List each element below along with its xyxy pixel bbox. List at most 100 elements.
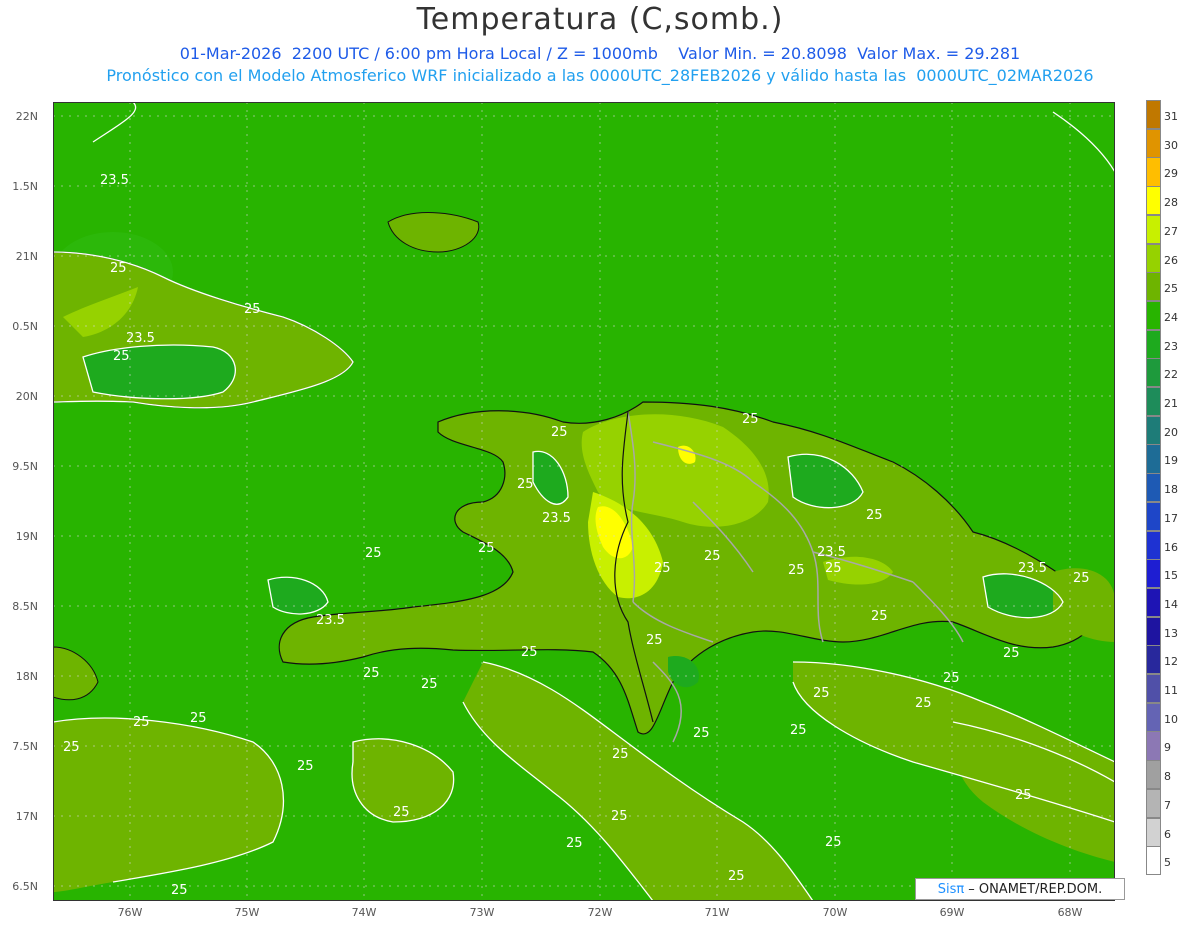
- contour-label: 25: [63, 740, 80, 755]
- contour-label: 25: [551, 425, 568, 440]
- colorbar-label: 22: [1164, 368, 1178, 382]
- lon-label: 68W: [1057, 906, 1083, 919]
- valid-time-line: 01-Mar-2026 2200 UTC / 6:00 pm Hora Loca…: [179, 44, 1021, 63]
- colorbar-label: 5: [1164, 856, 1171, 870]
- colorbar-swatch: [1146, 473, 1161, 503]
- contour-label: 25: [190, 711, 207, 726]
- colorbar-label: 30: [1164, 138, 1178, 152]
- colorbar-swatch: [1146, 157, 1161, 187]
- colorbar-label: 17: [1164, 511, 1178, 525]
- contour-label: 25: [521, 645, 538, 660]
- colorbar-swatch: [1146, 272, 1161, 302]
- colorbar-swatch: [1146, 530, 1161, 560]
- colorbar-swatch: [1146, 817, 1161, 847]
- contour-label: 25: [790, 723, 807, 738]
- colorbar-label: 26: [1164, 253, 1178, 267]
- colorbar-label: 29: [1164, 167, 1178, 181]
- colorbar-swatch: [1146, 444, 1161, 474]
- colorbar-swatch: [1146, 587, 1161, 618]
- lon-label: 70W: [822, 906, 848, 919]
- contour-label: 25: [1073, 571, 1090, 586]
- lon-label: 76W: [117, 906, 143, 919]
- contour-label: 23.5: [817, 545, 846, 560]
- contour-label: 25: [1003, 646, 1020, 661]
- contour-label: 25: [825, 835, 842, 850]
- contour-label: 25: [566, 836, 583, 851]
- colorbar-swatch: [1146, 846, 1161, 876]
- contour-label: 25: [365, 546, 382, 561]
- contour-label: 25: [171, 883, 188, 898]
- lat-label: 1.5N: [12, 180, 38, 193]
- contour-label: 25: [825, 561, 842, 576]
- colorbar-swatch: [1146, 128, 1161, 158]
- colorbar-label: 16: [1164, 540, 1178, 554]
- lat-label: 22N: [15, 110, 38, 123]
- lat-label: 19N: [15, 530, 38, 543]
- colorbar-swatch: [1146, 674, 1161, 704]
- colorbar-swatch: [1146, 186, 1161, 216]
- colorbar-label: 13: [1164, 626, 1178, 640]
- contour-label: 23.5: [316, 613, 345, 628]
- contour-label: 25: [517, 477, 534, 492]
- colorbar-label: 18: [1164, 483, 1178, 497]
- contour-label: 25: [704, 549, 721, 564]
- lat-label: 0.5N: [12, 320, 38, 333]
- colorbar-label: 12: [1164, 655, 1178, 669]
- model-info-line: Pronóstico con el Modelo Atmosferico WRF…: [106, 66, 1094, 85]
- colorbar-swatch: [1146, 100, 1161, 130]
- lon-label: 69W: [939, 906, 965, 919]
- credit-box: Sisπ – ONAMET/REP.DOM.: [915, 878, 1125, 900]
- contour-label: 25: [866, 508, 883, 523]
- contour-label: 25: [363, 666, 380, 681]
- colorbar-label: 15: [1164, 569, 1178, 583]
- contour-label: 25: [297, 759, 314, 774]
- colorbar-label: 11: [1164, 684, 1178, 697]
- contour-label: 25: [915, 696, 932, 711]
- colorbar-label: 10: [1164, 712, 1178, 726]
- colorbar-label: 20: [1164, 425, 1178, 439]
- colorbar-label: 28: [1164, 196, 1178, 210]
- colorbar-label: 8: [1164, 770, 1171, 784]
- contour-label: 25: [133, 715, 150, 730]
- contour-label: 25: [943, 671, 960, 686]
- temperature-map: 23.5 25 23.5 25 25 23.5 25 25 25 25 23.5…: [53, 102, 1115, 901]
- cuba-cool-area: [83, 345, 236, 399]
- colorbar-swatch: [1146, 415, 1161, 445]
- contour-label: 25: [1015, 788, 1032, 803]
- contour-label: 25: [646, 633, 663, 648]
- colorbar-label: 24: [1164, 310, 1178, 324]
- colorbar-swatch: [1146, 243, 1161, 273]
- lat-label: 18N: [15, 670, 38, 683]
- contour-label: 25: [871, 609, 888, 624]
- contour-label: 25: [421, 677, 438, 692]
- colorbar-swatch: [1146, 731, 1161, 761]
- lat-label: 8.5N: [12, 600, 38, 613]
- colorbar-swatch: [1146, 559, 1161, 589]
- lat-label: 9.5N: [12, 460, 38, 473]
- colorbar-label: 31: [1164, 110, 1178, 123]
- contour-label: 25: [244, 302, 261, 317]
- contour-label: 23.5: [542, 511, 571, 526]
- colorbar-swatch: [1146, 645, 1161, 675]
- colorbar-swatch: [1146, 616, 1161, 646]
- colorbar-swatch: [1146, 300, 1161, 331]
- lon-label: 75W: [234, 906, 260, 919]
- colorbar-label: 7: [1164, 798, 1171, 812]
- map-title: Temperatura (C,somb.): [416, 2, 784, 37]
- contour-label: 25: [393, 805, 410, 820]
- contour-label: 25: [788, 563, 805, 578]
- colorbar-label: 9: [1164, 741, 1171, 755]
- lon-label: 73W: [469, 906, 495, 919]
- contour-label: 25: [693, 726, 710, 741]
- credit-text: – ONAMET/REP.DOM.: [968, 881, 1103, 897]
- contour-label: 25: [478, 541, 495, 556]
- contour-label: 25: [113, 349, 130, 364]
- lon-label: 71W: [704, 906, 730, 919]
- colorbar-label: 14: [1164, 597, 1178, 611]
- lat-label: 7.5N: [12, 740, 38, 753]
- colorbar-swatch: [1146, 214, 1161, 244]
- colorbar-swatch: [1146, 501, 1161, 531]
- colorbar-swatch: [1146, 358, 1161, 388]
- lat-label: 6.5N: [12, 880, 38, 893]
- colorbar-label: 21: [1164, 397, 1178, 410]
